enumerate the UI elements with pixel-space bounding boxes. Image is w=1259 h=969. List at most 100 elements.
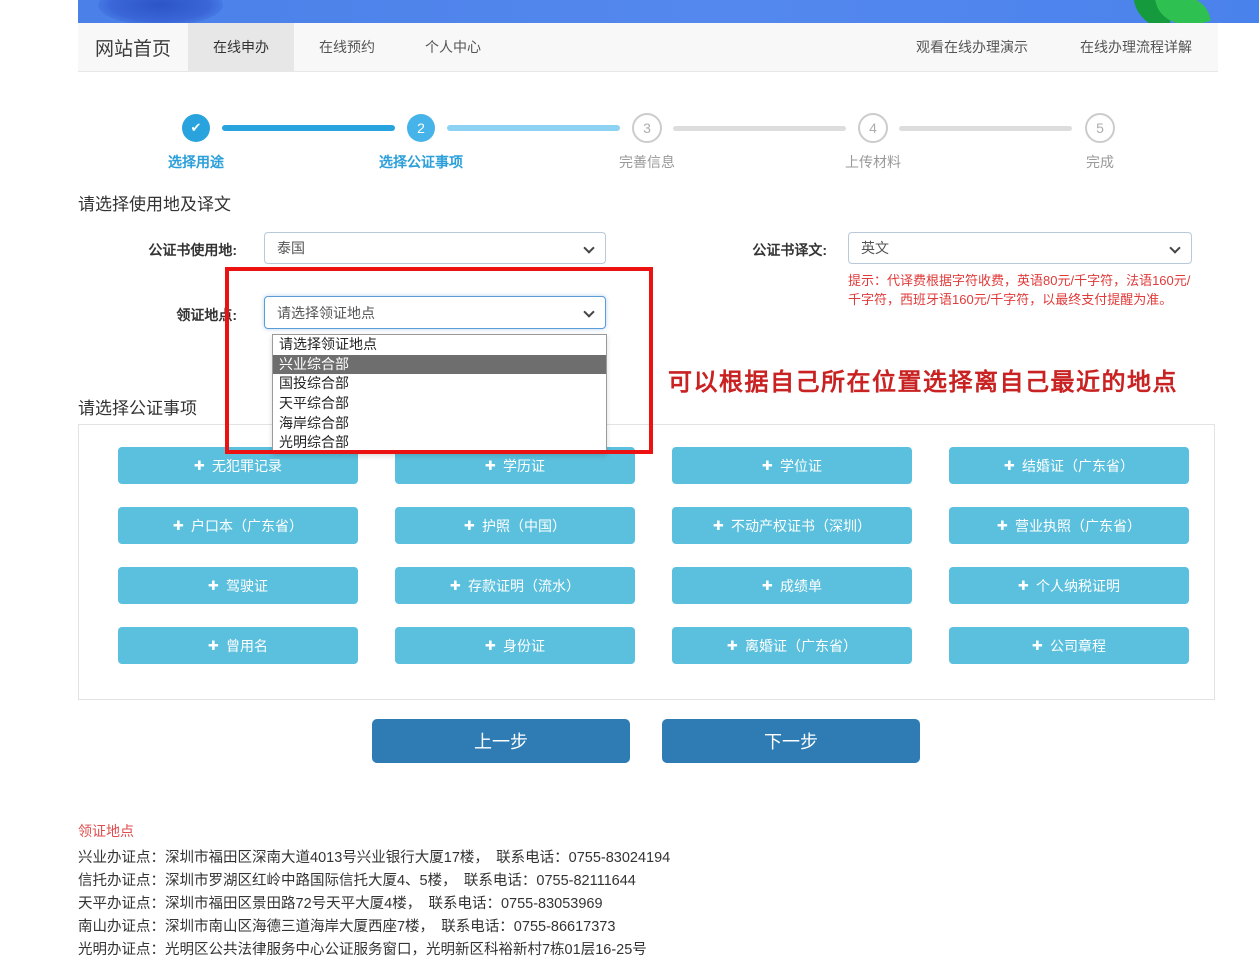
stepper-connector (222, 125, 395, 131)
pickup-location-line: 天平办证点：深圳市福田区景田路72号天平大厦4楼， 联系电话：0755-8305… (78, 893, 670, 916)
matter-button-label: 户口本（广东省） (191, 516, 303, 536)
destination-select-value: 泰国 (277, 238, 305, 258)
plus-icon: ✚ (713, 518, 724, 534)
pickup-select-value: 请选择领证地点 (277, 303, 375, 323)
step-number: 5 (1085, 113, 1115, 143)
matter-button[interactable]: ✚ 曾用名 (118, 627, 358, 664)
matter-button[interactable]: ✚ 户口本（广东省） (118, 507, 358, 544)
nav-item-personal-center[interactable]: 个人中心 (400, 23, 506, 71)
matter-button-label: 存款证明（流水） (468, 576, 580, 596)
plus-icon: ✚ (464, 518, 475, 534)
matter-button[interactable]: ✚ 身份证 (395, 627, 635, 664)
top-banner (78, 0, 1259, 23)
matter-button[interactable]: ✚ 驾驶证 (118, 567, 358, 604)
matters-grid: ✚ 无犯罪记录 ✚ 学历证 ✚ 学位证 ✚ 结婚证（广东省） ✚ 户口本（广东省） ✚ 护照… (118, 447, 1189, 664)
step-label: 选择用途 (168, 152, 224, 172)
check-icon: ✔ (182, 114, 210, 142)
matter-button[interactable]: ✚ 成绩单 (672, 567, 912, 604)
logo-blob (98, 0, 223, 23)
matter-button[interactable]: ✚ 结婚证（广东省） (949, 447, 1189, 484)
matter-button-label: 离婚证（广东省） (745, 636, 857, 656)
nav-item-home[interactable]: 网站首页 (78, 23, 188, 71)
matter-button-label: 曾用名 (226, 636, 268, 656)
pickup-locations-list: 兴业办证点：深圳市福田区深南大道4013号兴业银行大厦17楼， 联系电话：075… (78, 847, 670, 962)
plus-icon: ✚ (762, 578, 773, 594)
plus-icon: ✚ (762, 458, 773, 474)
matter-button[interactable]: ✚ 不动产权证书（深圳） (672, 507, 912, 544)
pickup-location-dropdown: 请选择领证地点 兴业综合部 国投综合部 天平综合部 海岸综合部 光明综合部 (272, 334, 607, 454)
plus-icon: ✚ (194, 458, 205, 474)
destination-select[interactable]: 泰国 (264, 232, 606, 264)
pickup-location-label: 领证地点: (78, 305, 237, 325)
destination-label: 公证书使用地: (78, 240, 237, 260)
matters-panel: ✚ 无犯罪记录 ✚ 学历证 ✚ 学位证 ✚ 结婚证（广东省） ✚ 户口本（广东省） ✚ 护照… (78, 424, 1215, 700)
matter-button-label: 无犯罪记录 (212, 456, 282, 476)
matter-button[interactable]: ✚ 营业执照（广东省） (949, 507, 1189, 544)
nav-link-process-guide[interactable]: 在线办理流程详解 (1054, 23, 1218, 71)
plus-icon: ✚ (1004, 458, 1015, 474)
plus-icon: ✚ (1018, 578, 1029, 594)
matter-button[interactable]: ✚ 个人纳税证明 (949, 567, 1189, 604)
translation-select[interactable]: 英文 (848, 232, 1192, 264)
red-annotation-text: 可以根据自己所在位置选择离自己最近的地点 (668, 362, 1178, 397)
usage-section-title: 请选择使用地及译文 (78, 190, 231, 215)
main-navbar: 网站首页 在线申办 在线预约 个人中心 观看在线办理演示 在线办理流程详解 (78, 23, 1218, 72)
matter-button-label: 成绩单 (780, 576, 822, 596)
matter-button-label: 结婚证（广东省） (1022, 456, 1134, 476)
prev-step-button[interactable]: 上一步 (372, 719, 630, 763)
plus-icon: ✚ (1032, 638, 1043, 654)
stepper-connector (673, 126, 846, 131)
step-number: 3 (632, 113, 662, 143)
nav-item-online-apply[interactable]: 在线申办 (188, 23, 294, 71)
matter-button-label: 身份证 (503, 636, 545, 656)
step-label: 选择公证事项 (379, 152, 463, 172)
translation-select-value: 英文 (861, 238, 889, 258)
matter-button-label: 驾驶证 (226, 576, 268, 596)
matters-section-title: 请选择公证事项 (78, 394, 197, 419)
plus-icon: ✚ (173, 518, 184, 534)
next-step-button[interactable]: 下一步 (662, 719, 920, 763)
matter-button-label: 学历证 (503, 456, 545, 476)
dropdown-option[interactable]: 国投综合部 (273, 374, 606, 394)
dropdown-option[interactable]: 光明综合部 (273, 433, 606, 453)
step-label: 完善信息 (619, 152, 675, 172)
plus-icon: ✚ (997, 518, 1008, 534)
dropdown-option[interactable]: 请选择领证地点 (273, 335, 606, 355)
matter-button[interactable]: ✚ 学位证 (672, 447, 912, 484)
matter-button-label: 营业执照（广东省） (1015, 516, 1141, 536)
translation-label: 公证书译文: (690, 240, 827, 260)
chevron-down-icon (583, 306, 594, 317)
matter-button[interactable]: ✚ 存款证明（流水） (395, 567, 635, 604)
translation-fee-hint: 提示：代译费根据字符收费，英语80元/千字符，法语160元/千字符，西班牙语16… (848, 271, 1200, 309)
chevron-down-icon (1169, 242, 1180, 253)
pickup-location-line: 南山办证点：深圳市南山区海德三道海岸大厦西座7楼， 联系电话：0755-8661… (78, 916, 670, 939)
matter-button-label: 护照（中国） (482, 516, 566, 536)
matter-button-label: 不动产权证书（深圳） (731, 516, 871, 536)
dropdown-option-highlighted[interactable]: 兴业综合部 (273, 355, 606, 375)
pickup-locations-footer-title: 领证地点 (78, 821, 134, 841)
pickup-location-select[interactable]: 请选择领证地点 (264, 296, 606, 329)
matter-button-label: 公司章程 (1050, 636, 1106, 656)
pickup-location-line: 兴业办证点：深圳市福田区深南大道4013号兴业银行大厦17楼， 联系电话：075… (78, 847, 670, 870)
matter-button[interactable]: ✚ 公司章程 (949, 627, 1189, 664)
plus-icon: ✚ (208, 578, 219, 594)
plus-icon: ✚ (450, 578, 461, 594)
plus-icon: ✚ (727, 638, 738, 654)
chevron-down-icon (583, 242, 594, 253)
step-label: 上传材料 (845, 152, 901, 172)
dropdown-option[interactable]: 海岸综合部 (273, 414, 606, 434)
nav-item-online-booking[interactable]: 在线预约 (294, 23, 400, 71)
plus-icon: ✚ (485, 638, 496, 654)
matter-button[interactable]: ✚ 护照（中国） (395, 507, 635, 544)
step-number: 4 (858, 113, 888, 143)
nav-link-demo-video[interactable]: 观看在线办理演示 (890, 23, 1054, 71)
step-label: 完成 (1086, 152, 1114, 172)
dropdown-option[interactable]: 天平综合部 (273, 394, 606, 414)
step-number: 2 (407, 114, 435, 142)
matter-button[interactable]: ✚ 离婚证（广东省） (672, 627, 912, 664)
matter-button-label: 个人纳税证明 (1036, 576, 1120, 596)
matter-button-label: 学位证 (780, 456, 822, 476)
progress-stepper: ✔ 选择用途 2 选择公证事项 3 完善信息 4 上传材料 5 完成 (78, 106, 1218, 170)
pickup-location-line: 光明办证点：光明区公共法律服务中心公证服务窗口，光明新区科裕新村7栋01层16-… (78, 939, 670, 962)
plus-icon: ✚ (208, 638, 219, 654)
